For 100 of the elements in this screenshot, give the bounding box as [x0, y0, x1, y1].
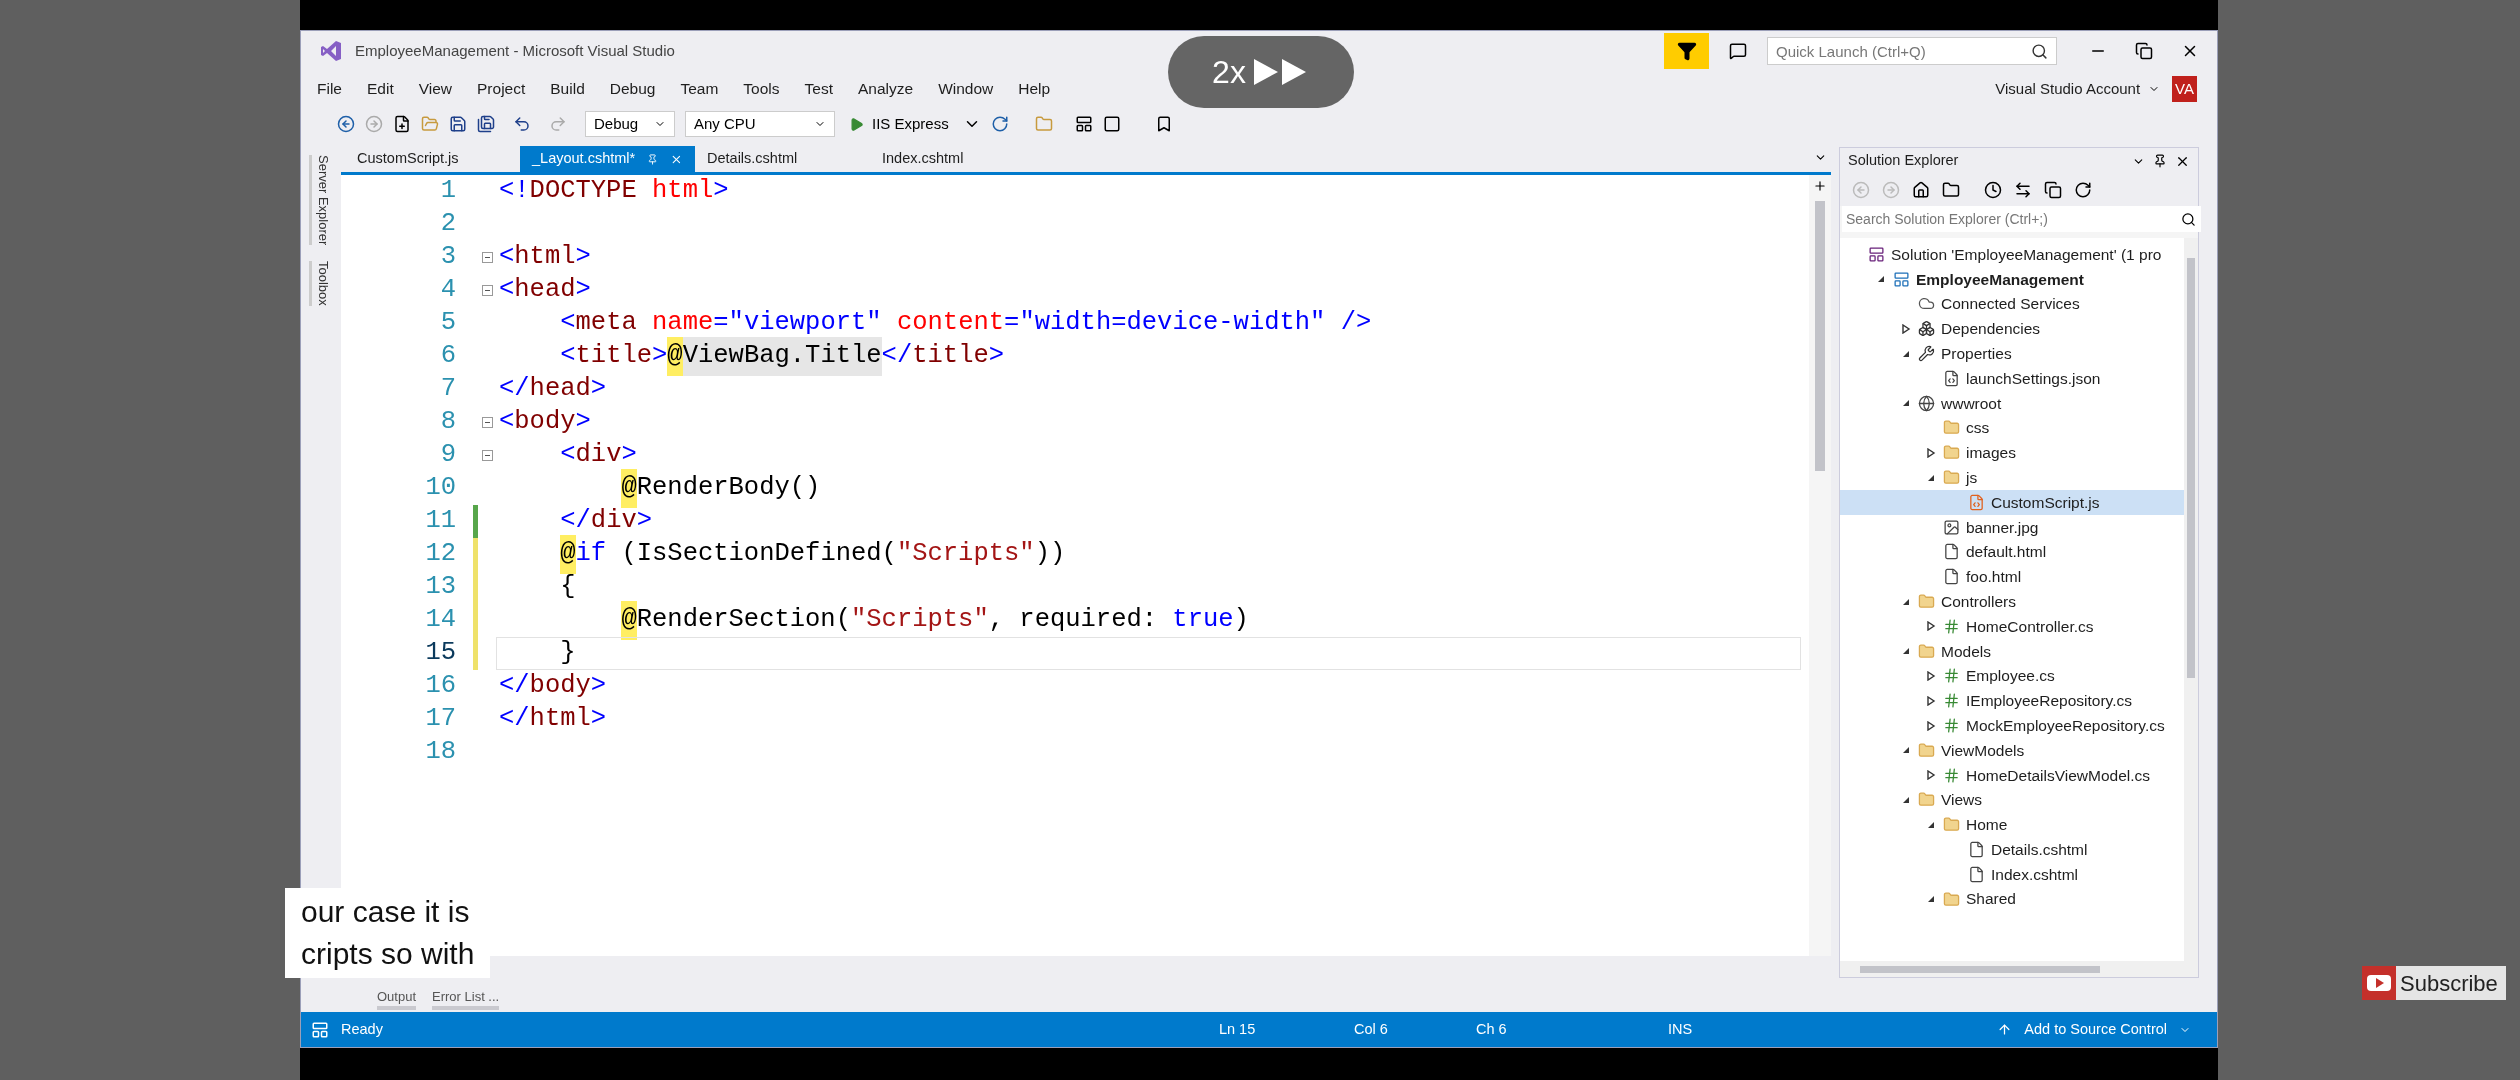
play-logo-icon: [2362, 966, 2396, 1000]
avatar-badge[interactable]: VA: [2172, 76, 2197, 102]
tree-item[interactable]: ViewModels: [1840, 737, 2184, 763]
menu-item[interactable]: Team: [680, 77, 719, 101]
collapse-icon[interactable]: [481, 450, 493, 461]
tree-item[interactable]: Shared: [1840, 886, 2184, 912]
restore-icon[interactable]: [2135, 42, 2153, 60]
collapsed-arrow-icon[interactable]: [1926, 695, 1936, 706]
menu-item[interactable]: Debug: [609, 77, 656, 101]
document-tab[interactable]: Index.cshtml: [870, 146, 1045, 172]
menu-item[interactable]: Analyze: [857, 77, 914, 101]
undo-icon[interactable]: [513, 115, 531, 133]
expanded-arrow-icon[interactable]: [1926, 894, 1936, 905]
tree-item[interactable]: IEmployeeRepository.cs: [1840, 688, 2184, 714]
side-tab[interactable]: Toolbox: [308, 261, 334, 307]
tree-item[interactable]: images: [1840, 440, 2184, 466]
home-icon[interactable]: [1912, 181, 1930, 199]
configuration-dropdown[interactable]: Debug: [585, 111, 675, 137]
sync-icon[interactable]: [2014, 181, 2032, 199]
pin-icon[interactable]: [2153, 154, 2167, 168]
search-field[interactable]: Search Solution Explorer (Ctrl+;): [1842, 206, 2201, 232]
menu-item[interactable]: Help: [1018, 77, 1051, 101]
collapse-all-icon[interactable]: [2044, 181, 2062, 199]
menu-item[interactable]: Build: [550, 77, 585, 101]
tree-item[interactable]: css: [1840, 415, 2184, 441]
notification-button[interactable]: [1664, 33, 1709, 69]
tree-item[interactable]: banner.jpg: [1840, 514, 2184, 540]
collapsed-arrow-icon[interactable]: [1926, 720, 1936, 731]
tree-item[interactable]: CustomScript.js: [1840, 489, 2184, 515]
tree-item[interactable]: Details.cshtml: [1840, 837, 2184, 862]
scrollbar-thumb[interactable]: [1860, 965, 2100, 973]
collapsed-arrow-icon[interactable]: [1926, 621, 1936, 632]
account-menu[interactable]: Visual Studio Account: [1995, 77, 2141, 101]
menu-item[interactable]: Window: [938, 77, 994, 101]
expanded-arrow-icon[interactable]: [1901, 745, 1911, 756]
run-button[interactable]: IIS Express: [845, 112, 953, 136]
tree-item[interactable]: Home: [1840, 812, 2184, 838]
tree-item[interactable]: Connected Services: [1840, 291, 2184, 317]
expanded-arrow-icon[interactable]: [1901, 646, 1911, 657]
refresh-icon[interactable]: [2074, 181, 2092, 199]
tree-item[interactable]: Models: [1840, 638, 2184, 664]
folder-icon[interactable]: [1942, 181, 1960, 199]
tree-item[interactable]: wwwroot: [1840, 390, 2184, 416]
collapse-icon[interactable]: [481, 252, 493, 263]
tree-item[interactable]: HomeDetailsViewModel.cs: [1840, 762, 2184, 788]
save-all-icon[interactable]: [477, 115, 495, 133]
line-number: 6: [439, 340, 456, 373]
source-control-button[interactable]: Add to Source Control: [1997, 1018, 2191, 1041]
menu-item[interactable]: File: [317, 77, 342, 101]
collapsed-arrow-icon[interactable]: [1901, 323, 1911, 334]
tree-item[interactable]: Views: [1840, 787, 2184, 813]
tree-item[interactable]: js: [1840, 465, 2184, 490]
split-icon[interactable]: [1813, 179, 1827, 193]
tree-item[interactable]: Properties: [1840, 341, 2184, 366]
horizontal-scrollbar[interactable]: [1840, 961, 2198, 977]
scrollbar-thumb[interactable]: [1815, 201, 1825, 471]
collapsed-arrow-icon[interactable]: [1926, 670, 1936, 681]
side-tab[interactable]: Server Explorer: [308, 155, 334, 246]
feedback-icon[interactable]: [1729, 42, 1747, 60]
tree-item[interactable]: MockEmployeeRepository.cs: [1840, 713, 2184, 738]
menu-item[interactable]: Edit: [367, 77, 394, 101]
vertical-scrollbar[interactable]: [1809, 175, 1831, 956]
tree-item[interactable]: Solution 'EmployeeManagement' (1 pro: [1840, 242, 2184, 267]
tree-item[interactable]: EmployeeManagement: [1840, 266, 2184, 292]
menu-item[interactable]: Test: [804, 77, 833, 101]
tree-item[interactable]: default.html: [1840, 539, 2184, 565]
expanded-arrow-icon[interactable]: [1901, 398, 1911, 409]
expanded-arrow-icon[interactable]: [1876, 274, 1886, 285]
tree-item[interactable]: Employee.cs: [1840, 663, 2184, 689]
menu-item[interactable]: Tools: [743, 77, 780, 101]
platform-dropdown[interactable]: Any CPU: [685, 111, 835, 137]
caption-text: cripts so with: [301, 936, 475, 972]
collapsed-arrow-icon[interactable]: [1926, 770, 1936, 781]
collapse-icon[interactable]: [481, 285, 493, 296]
menu-item[interactable]: View: [418, 77, 453, 101]
quick-launch-field[interactable]: Quick Launch (Ctrl+Q): [1767, 37, 2057, 65]
document-tab[interactable]: CustomScript.js: [345, 146, 520, 172]
tree-item[interactable]: HomeController.cs: [1840, 613, 2184, 639]
folder-icon: [1943, 419, 1960, 437]
tree-item[interactable]: Controllers: [1840, 589, 2184, 614]
tree-item[interactable]: foo.html: [1840, 564, 2184, 590]
line-number: 11: [424, 505, 456, 538]
collapsed-arrow-icon[interactable]: [1926, 447, 1936, 458]
document-tab[interactable]: Details.cshtml: [695, 146, 870, 172]
line-number: 2: [439, 208, 456, 241]
tree-item[interactable]: launchSettings.json: [1840, 366, 2184, 391]
window-icon[interactable]: [1102, 115, 1121, 133]
back-icon[interactable]: [337, 115, 355, 133]
collapse-icon[interactable]: [481, 417, 493, 428]
subscribe-button[interactable]: Subscribe: [2362, 966, 2506, 1000]
vertical-scrollbar[interactable]: [2184, 238, 2198, 961]
menu-item[interactable]: Project: [477, 77, 526, 101]
class-file-icon: [1943, 766, 1960, 784]
tree-item[interactable]: Dependencies: [1840, 316, 2184, 342]
scrollbar-thumb[interactable]: [2187, 258, 2195, 678]
history-icon[interactable]: [1984, 181, 2002, 199]
new-file-icon[interactable]: [393, 115, 411, 133]
tree-item[interactable]: Index.cshtml: [1840, 861, 2184, 887]
layout-icon[interactable]: [1074, 115, 1093, 133]
save-icon[interactable]: [449, 115, 467, 133]
